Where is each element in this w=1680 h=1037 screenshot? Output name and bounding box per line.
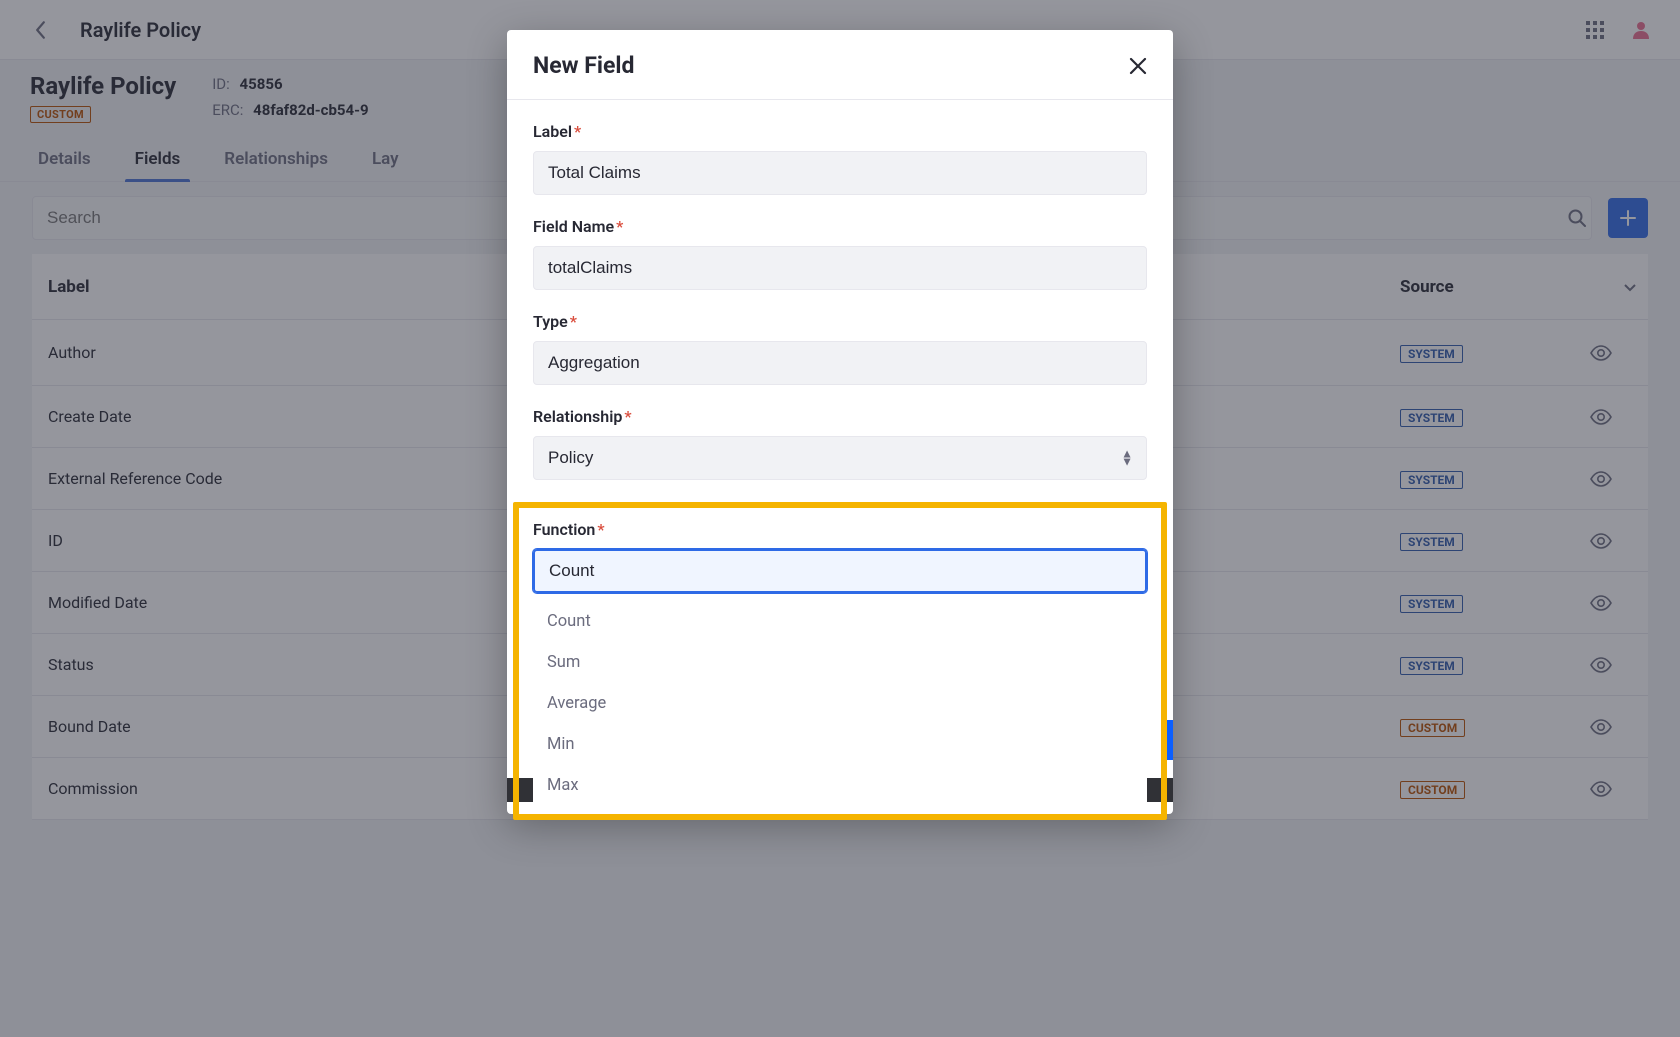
function-option[interactable]: Max [533,765,1147,806]
modal-overlay[interactable]: New Field Label* Field Name* Type* Relat… [0,0,1680,1037]
relationship-label: Relationship* [533,407,1147,426]
modal-body: Label* Field Name* Type* Relationship* ▲… [507,100,1173,814]
modal-title: New Field [533,52,634,79]
function-option[interactable]: Min [533,724,1147,765]
function-dropdown: CountSumAverageMinMax [533,601,1147,806]
type-input[interactable] [533,341,1147,385]
function-select[interactable] [533,549,1147,593]
modal-header: New Field [507,30,1173,100]
fieldname-label: Field Name* [533,217,1147,236]
function-highlight: Function* CountSumAverageMinMax [513,502,1167,820]
label-input[interactable] [533,151,1147,195]
relationship-select[interactable] [533,436,1147,480]
label-label: Label* [533,122,1147,141]
new-field-modal: New Field Label* Field Name* Type* Relat… [507,30,1173,814]
type-label: Type* [533,312,1147,331]
function-option[interactable]: Sum [533,642,1147,683]
fieldname-input[interactable] [533,246,1147,290]
function-label: Function* [533,520,1147,539]
select-caret-icon: ▲▼ [1121,450,1133,467]
function-option[interactable]: Count [533,601,1147,642]
function-option[interactable]: Average [533,683,1147,724]
close-icon [1129,57,1147,75]
close-button[interactable] [1129,57,1147,75]
